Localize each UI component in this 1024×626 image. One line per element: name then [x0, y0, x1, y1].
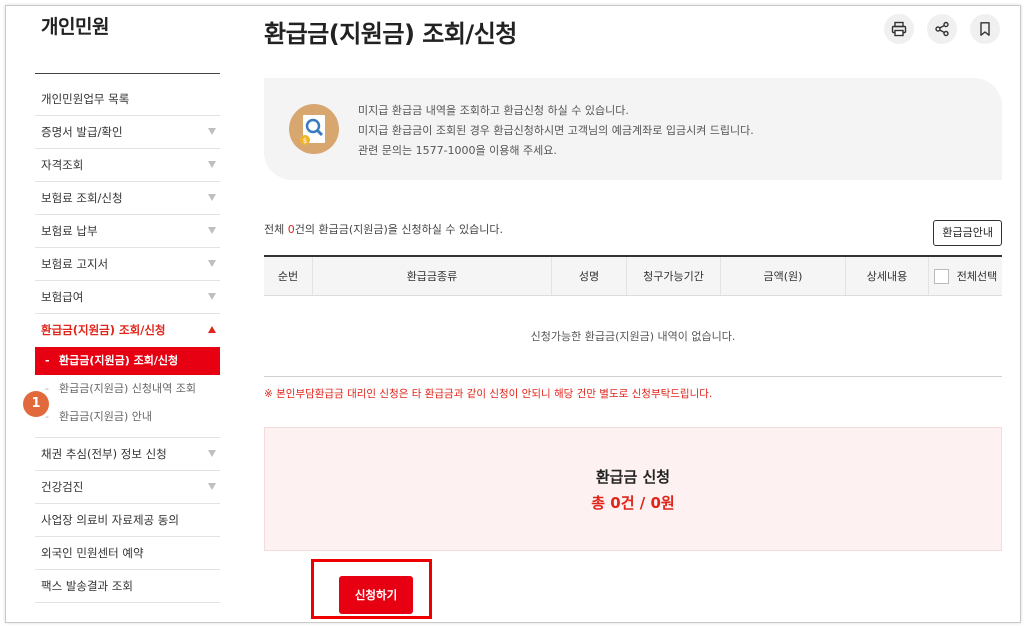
sidebar-title: 개인민원 — [41, 16, 109, 38]
sidebar-subitem-refund-history[interactable]: - 환급금(지원금) 신청내역 조회 — [35, 375, 220, 403]
sidebar-item-label: 보험급여 — [41, 290, 84, 304]
info-box: $ 미지급 환급금 내역을 조회하고 환급신청 하실 수 있습니다. 미지급 환… — [264, 78, 1002, 180]
info-text: 미지급 환급금 내역을 조회하고 환급신청 하실 수 있습니다. 미지급 환급금… — [358, 101, 754, 161]
sidebar-subitem-refund-inquiry[interactable]: - 환급금(지원금) 조회/신청 — [35, 347, 220, 375]
sidebar-item-eligibility[interactable]: 자격조회 — [35, 149, 220, 182]
share-button[interactable] — [927, 14, 957, 44]
proxy-notice: ※ 본인부담환급금 대리인 신청은 타 환급금과 같이 신청이 안되니 해당 건… — [264, 388, 713, 400]
sidebar-item-label: 사업장 의료비 자료제공 동의 — [41, 513, 179, 527]
info-line: 미지급 환급금이 조회된 경우 환급신청하시면 고객님의 예금계좌로 입금시켜 … — [358, 124, 754, 137]
sidebar-item-refund[interactable]: 환급금(지원금) 조회/신청 — [35, 314, 220, 347]
sidebar-item-fax-result[interactable]: 팩스 발송결과 조회 — [35, 570, 220, 603]
step-badge: 1 — [23, 391, 49, 417]
sidebar-item-debt-collection[interactable]: 채권 추심(전부) 정보 신청 — [35, 438, 220, 471]
chevron-down-icon — [208, 128, 216, 135]
browser-frame: 개인민원 개인민원업무 목록 증명서 발급/확인 자격조회 보험료 조회/신청 … — [5, 5, 1021, 623]
sidebar-submenu: - 환급금(지원금) 조회/신청 - 환급금(지원금) 신청내역 조회 - 환급금(지… — [35, 347, 220, 438]
col-amount: 금액(원) — [720, 255, 846, 296]
sidebar-item-label: 개인민원업무 목록 — [41, 92, 130, 106]
sidebar-menu: 개인민원업무 목록 증명서 발급/확인 자격조회 보험료 조회/신청 보험료 납… — [35, 83, 220, 603]
apply-title: 환급금 신청 — [595, 468, 671, 486]
select-all-label: 전체선택 — [956, 269, 998, 283]
sidebar-item-label: 환급금(지원금) 조회/신청 — [41, 323, 166, 337]
sidebar-item-premium-notice[interactable]: 보험료 고지서 — [35, 248, 220, 281]
chevron-down-icon — [208, 293, 216, 300]
sidebar-item-premium-inquiry[interactable]: 보험료 조회/신청 — [35, 182, 220, 215]
col-number: 순번 — [264, 255, 313, 296]
chevron-down-icon — [208, 161, 216, 168]
main-content: 환급금(지원금) 조회/신청 $ 미지급 환급금 내역을 조회하고 환급신청 하… — [264, 6, 1004, 622]
sidebar-subitem-label: 환급금(지원금) 신청내역 조회 — [59, 382, 197, 395]
sidebar-subitem-label: 환급금(지원금) 안내 — [59, 410, 153, 423]
chevron-down-icon — [208, 450, 216, 457]
chevron-down-icon — [208, 194, 216, 201]
bookmark-icon — [980, 22, 990, 36]
sidebar-item-health-checkup[interactable]: 건강검진 — [35, 471, 220, 504]
refund-count-text: 전체 0건의 환급금(지원금)을 신청하실 수 있습니다. — [264, 221, 503, 237]
empty-message: 신청가능한 환급금(지원금) 내역이 없습니다. — [264, 295, 1002, 377]
apply-button[interactable]: 신청하기 — [339, 576, 413, 614]
table-row: 신청가능한 환급금(지원금) 내역이 없습니다. — [264, 295, 1002, 377]
refund-guide-button[interactable]: 환급금안내 — [933, 220, 1002, 246]
select-all-checkbox[interactable] — [933, 269, 949, 285]
col-detail: 상세내용 — [845, 255, 929, 296]
table-header-row: 순번 환급금종류 성명 청구가능기간 금액(원) 상세내용 전체선택 — [264, 255, 1002, 296]
money-search-icon: $ — [289, 104, 339, 154]
sidebar-item-label: 자격조회 — [41, 158, 84, 172]
dash-icon: - — [45, 354, 50, 367]
col-claim-period: 청구가능기간 — [626, 255, 721, 296]
sidebar-item-label: 보험료 조회/신청 — [41, 191, 123, 205]
chevron-down-icon — [208, 227, 216, 234]
apply-summary-box: 환급금 신청 총 0건 / 0원 — [264, 427, 1002, 551]
svg-text:$: $ — [303, 137, 307, 145]
chevron-down-icon — [208, 483, 216, 490]
sidebar-item-civil-list[interactable]: 개인민원업무 목록 — [35, 83, 220, 116]
sidebar-item-label: 팩스 발송결과 조회 — [41, 579, 133, 593]
printer-icon — [891, 21, 907, 37]
count-prefix: 전체 — [264, 223, 288, 236]
sidebar-subitem-label: 환급금(지원금) 조회/신청 — [59, 354, 179, 367]
print-button[interactable] — [884, 14, 914, 44]
col-refund-type: 환급금종류 — [312, 255, 552, 296]
share-icon — [935, 21, 949, 37]
sidebar-item-premium-payment[interactable]: 보험료 납부 — [35, 215, 220, 248]
bookmark-button[interactable] — [970, 14, 1000, 44]
info-line: 미지급 환급금 내역을 조회하고 환급신청 하실 수 있습니다. — [358, 104, 629, 117]
page-title: 환급금(지원금) 조회/신청 — [264, 20, 517, 48]
refund-count: 0 — [287, 223, 295, 236]
info-line: 관련 문의는 1577-1000을 이용해 주세요. — [358, 144, 557, 157]
col-name: 성명 — [551, 255, 627, 296]
sidebar-subitem-refund-guide[interactable]: - 환급금(지원금) 안내 — [35, 403, 220, 431]
sidebar: 개인민원 개인민원업무 목록 증명서 발급/확인 자격조회 보험료 조회/신청 … — [35, 6, 220, 622]
sidebar-item-medical-data-consent[interactable]: 사업장 의료비 자료제공 동의 — [35, 504, 220, 537]
sidebar-item-label: 보험료 납부 — [41, 224, 98, 238]
chevron-up-icon — [208, 326, 216, 333]
sidebar-item-label: 건강검진 — [41, 480, 84, 494]
sidebar-item-label: 증명서 발급/확인 — [41, 125, 123, 139]
sidebar-item-benefits[interactable]: 보험급여 — [35, 281, 220, 314]
col-select-all: 전체선택 — [928, 255, 1002, 296]
sidebar-item-label: 외국인 민원센터 예약 — [41, 546, 144, 560]
sidebar-item-foreigner-center[interactable]: 외국인 민원센터 예약 — [35, 537, 220, 570]
chevron-down-icon — [208, 260, 216, 267]
apply-total: 총 0건 / 0원 — [591, 494, 675, 512]
sidebar-item-certificates[interactable]: 증명서 발급/확인 — [35, 116, 220, 149]
sidebar-divider — [35, 73, 220, 74]
refund-table: 순번 환급금종류 성명 청구가능기간 금액(원) 상세내용 전체선택 신청가능한… — [264, 255, 1002, 377]
sidebar-item-label: 채권 추심(전부) 정보 신청 — [41, 447, 167, 461]
count-suffix: 건의 환급금(지원금)을 신청하실 수 있습니다. — [294, 223, 503, 236]
sidebar-item-label: 보험료 고지서 — [41, 257, 109, 271]
